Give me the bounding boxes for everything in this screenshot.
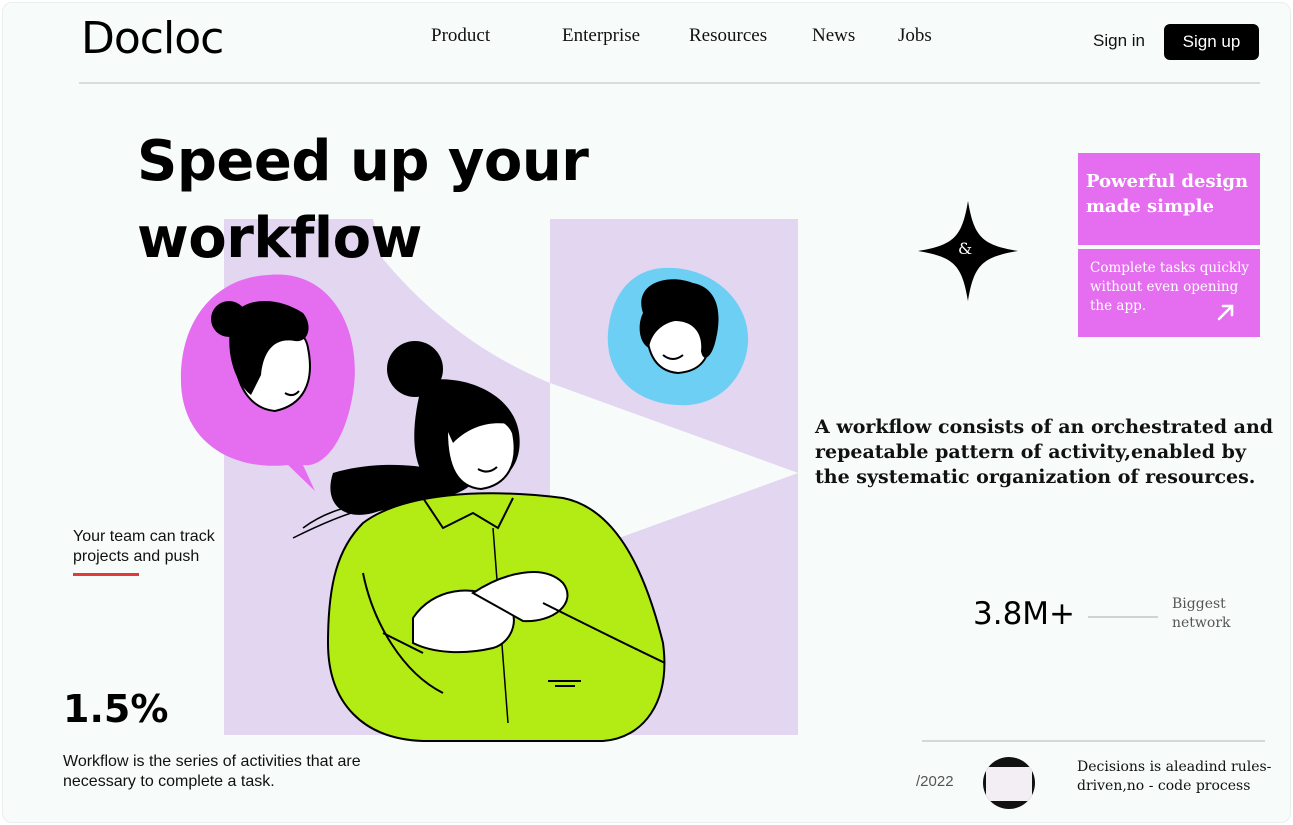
page-frame: Docloc Product Enterprise Resources News… — [2, 2, 1291, 823]
hero-title: Speed up your workflow — [137, 129, 589, 271]
